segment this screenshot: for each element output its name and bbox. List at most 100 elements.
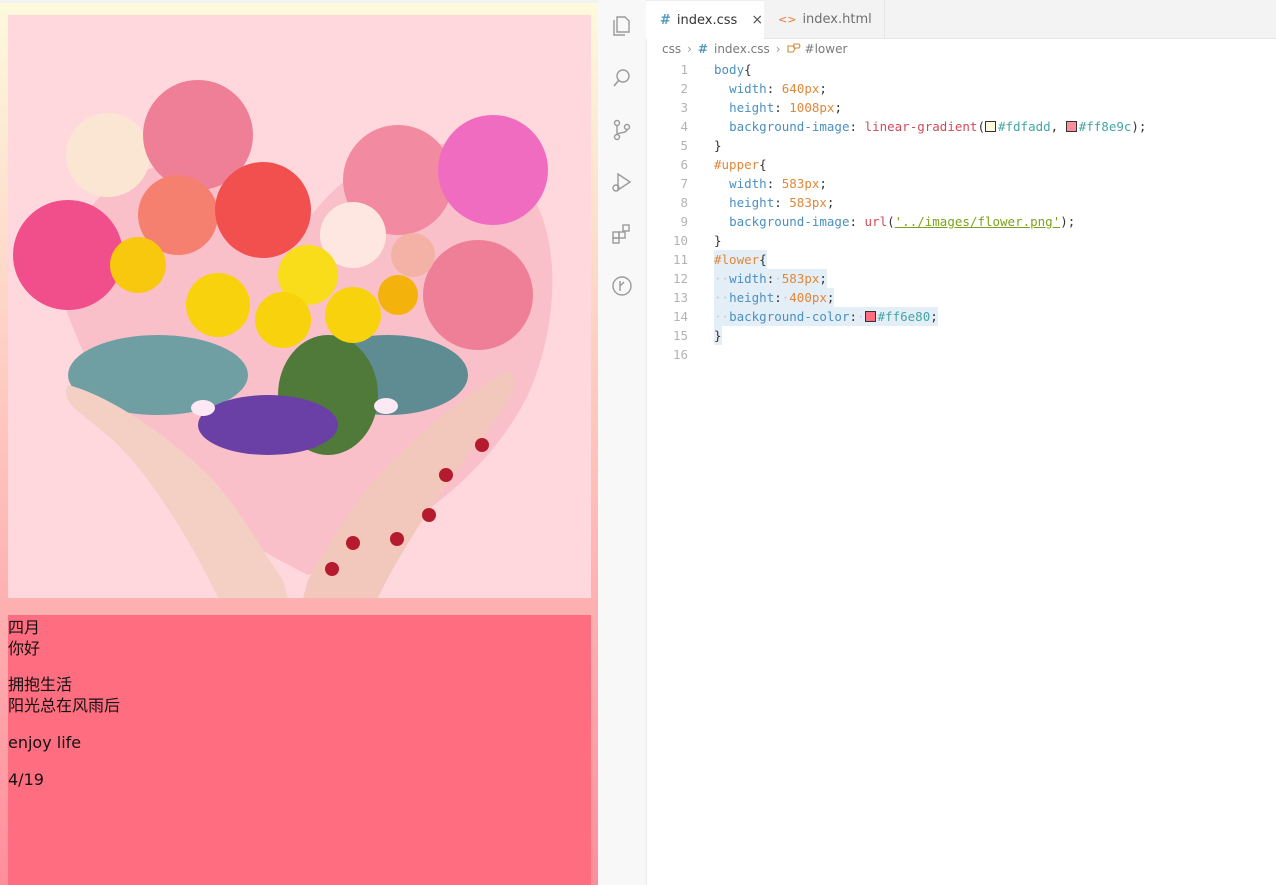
function: url — [864, 214, 888, 229]
breadcrumb-folder[interactable]: css — [662, 42, 681, 56]
code-line: 7 width: 583px; — [646, 174, 1276, 193]
lower-text-box: 四月 你好 拥抱生活 阳光总在风雨后 enjoy life 4/19 — [8, 615, 591, 885]
line-number: 13 — [672, 290, 688, 305]
code-line: 16 — [646, 345, 1276, 364]
value: 583px — [781, 271, 820, 286]
brace: } — [714, 138, 722, 153]
color-swatch[interactable] — [984, 121, 996, 132]
color-value: #fdfadd — [997, 119, 1051, 134]
brace: } — [714, 328, 722, 343]
property: height — [729, 290, 775, 305]
code-line: 8 height: 583px; — [646, 193, 1276, 212]
property: width — [729, 271, 767, 286]
text-hello: 你好 — [8, 639, 41, 658]
breadcrumb-file[interactable]: index.css — [714, 42, 770, 56]
line-number: 15 — [672, 328, 688, 343]
brace: { — [759, 252, 767, 267]
breadcrumb-symbol[interactable]: #lower — [805, 42, 848, 56]
property: height — [729, 100, 775, 115]
chevron-right-icon: › — [687, 42, 692, 56]
css-file-icon: # — [697, 42, 708, 56]
code-line: 3 height: 1008px; — [646, 98, 1276, 117]
function: linear-gradient — [864, 119, 978, 134]
code-line: 5} — [646, 136, 1276, 155]
css-file-icon: # — [660, 12, 671, 28]
line-number: 11 — [672, 252, 688, 267]
code-line: 11 #lower{ — [646, 250, 1276, 269]
tab-index-html[interactable]: <> index.html — [764, 0, 885, 38]
line-number: 8 — [680, 195, 688, 210]
code-line: 2 width: 640px; — [646, 79, 1276, 98]
code-line: 4 background-image: linear-gradient(#fdf… — [646, 117, 1276, 136]
line-number: 3 — [680, 100, 688, 115]
line-number: 1 — [680, 62, 688, 77]
editor-tabs: # index.css × <> index.html — [646, 0, 1276, 39]
value: 400px — [789, 290, 827, 305]
code-line: 1 body{ — [646, 60, 1276, 79]
color-value: #ff6e80 — [877, 309, 931, 324]
line-number: 9 — [680, 214, 688, 229]
brace: } — [714, 233, 722, 248]
code-line: 14 ··background-color:· #ff6e80; — [646, 307, 1276, 326]
tab-index-css[interactable]: # index.css × — [646, 0, 764, 39]
text-enjoy-life: enjoy life — [8, 733, 82, 752]
code-line: 6 #upper{ — [646, 155, 1276, 174]
upper-flower-box — [8, 15, 591, 598]
run-debug-icon[interactable] — [610, 170, 634, 194]
flower-heart-illustration — [13, 80, 553, 598]
line-number: 7 — [680, 176, 688, 191]
line-number: 14 — [672, 309, 688, 324]
line-number: 4 — [680, 119, 688, 134]
color-swatch[interactable] — [1065, 121, 1077, 132]
explorer-icon[interactable] — [610, 14, 634, 38]
tab-label: index.css — [676, 12, 738, 28]
value: 583px — [781, 176, 820, 191]
breadcrumb: css › # index.css › #lower — [646, 39, 1276, 59]
code-area[interactable]: 1 body { 2 width: 640px; 3 height: 1008px;… — [646, 60, 1276, 364]
code-line: 10} — [646, 231, 1276, 250]
selector: body — [714, 62, 745, 77]
git-graph-icon[interactable] — [610, 274, 634, 298]
code-line: 12 ··width:·583px; — [646, 269, 1276, 288]
preview-top-border — [0, 0, 598, 3]
symbol-class-icon — [786, 43, 801, 53]
extensions-icon[interactable] — [610, 222, 634, 246]
line-number: 12 — [672, 271, 688, 286]
line-number: 6 — [680, 157, 688, 172]
tab-label: index.html — [802, 11, 872, 27]
selector: #upper — [714, 157, 760, 172]
line-number: 5 — [680, 138, 688, 153]
code-line: 15} — [646, 326, 1276, 345]
property: width — [729, 81, 767, 96]
browser-preview: 四月 你好 拥抱生活 阳光总在风雨后 enjoy life 4/19 — [0, 0, 598, 885]
search-icon[interactable] — [610, 66, 634, 90]
color-value: #ff8e9c — [1078, 119, 1132, 134]
value: 583px — [789, 195, 827, 210]
property: background-image — [729, 119, 850, 134]
property: height — [729, 195, 775, 210]
code-editor: # index.css × <> index.html css › # inde… — [598, 0, 1276, 885]
source-control-icon[interactable] — [610, 118, 634, 142]
value: 1008px — [789, 100, 835, 115]
color-swatch[interactable] — [864, 311, 876, 322]
line-number: 16 — [672, 347, 688, 362]
chevron-right-icon: › — [775, 42, 781, 56]
brace: { — [759, 157, 767, 172]
text-embrace-life: 拥抱生活 — [8, 675, 73, 694]
selector: #lower — [714, 252, 760, 267]
html-file-icon: <> — [778, 12, 797, 26]
code-line: 13 ··height:·400px; — [646, 288, 1276, 307]
text-date: 4/19 — [8, 770, 44, 789]
string-value[interactable]: '../images/flower.png' — [895, 214, 1061, 229]
property: background-color — [729, 309, 850, 324]
line-number: 2 — [680, 81, 688, 96]
text-month: 四月 — [8, 618, 41, 637]
activity-bar — [598, 0, 647, 885]
property: width — [729, 176, 767, 191]
text-sunshine: 阳光总在风雨后 — [8, 696, 121, 715]
property: background-image — [729, 214, 850, 229]
code-line: 9 background-image: url('../images/flowe… — [646, 212, 1276, 231]
close-icon[interactable]: × — [751, 12, 763, 28]
value: 640px — [781, 81, 820, 96]
line-number: 10 — [672, 233, 688, 248]
